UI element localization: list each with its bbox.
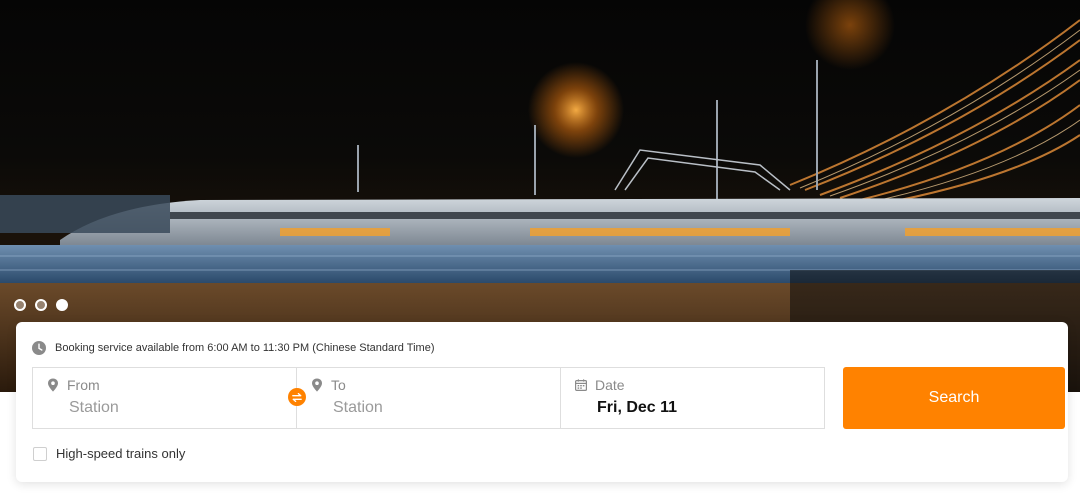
calendar-icon [575,379,587,391]
carousel-dots [14,299,68,311]
from-station-input[interactable]: Station [69,399,119,417]
location-pin-icon [48,378,58,392]
location-pin-icon [312,378,322,392]
booking-notice-text: Booking service available from 6:00 AM t… [55,342,435,354]
carousel-dot-active[interactable] [56,299,68,311]
to-label: To [331,377,346,393]
date-field[interactable]: Date Fri, Dec 11 [560,367,825,429]
to-field-header: To [311,377,346,393]
swap-stations-button[interactable] [288,388,306,406]
booking-search-panel: Booking service available from 6:00 AM t… [16,322,1068,482]
from-station-field[interactable]: From Station [32,367,306,429]
date-value[interactable]: Fri, Dec 11 [597,399,677,417]
to-station-field[interactable]: To Station [296,367,561,429]
search-fields: From Station To Station Date Fri, Dec 11… [32,367,1065,429]
clock-icon [32,341,46,355]
from-field-header: From [47,377,100,393]
carousel-dot[interactable] [14,299,26,311]
from-label: From [67,377,100,393]
to-station-input[interactable]: Station [333,399,383,417]
high-speed-filter[interactable]: High-speed trains only [33,446,185,461]
carousel-dot[interactable] [35,299,47,311]
swap-arrows-icon [292,392,302,402]
high-speed-label[interactable]: High-speed trains only [56,446,185,461]
date-field-header: Date [575,377,625,393]
booking-notice: Booking service available from 6:00 AM t… [32,341,434,355]
search-button[interactable]: Search [843,367,1065,429]
date-label: Date [595,377,625,393]
high-speed-checkbox[interactable] [33,446,47,461]
